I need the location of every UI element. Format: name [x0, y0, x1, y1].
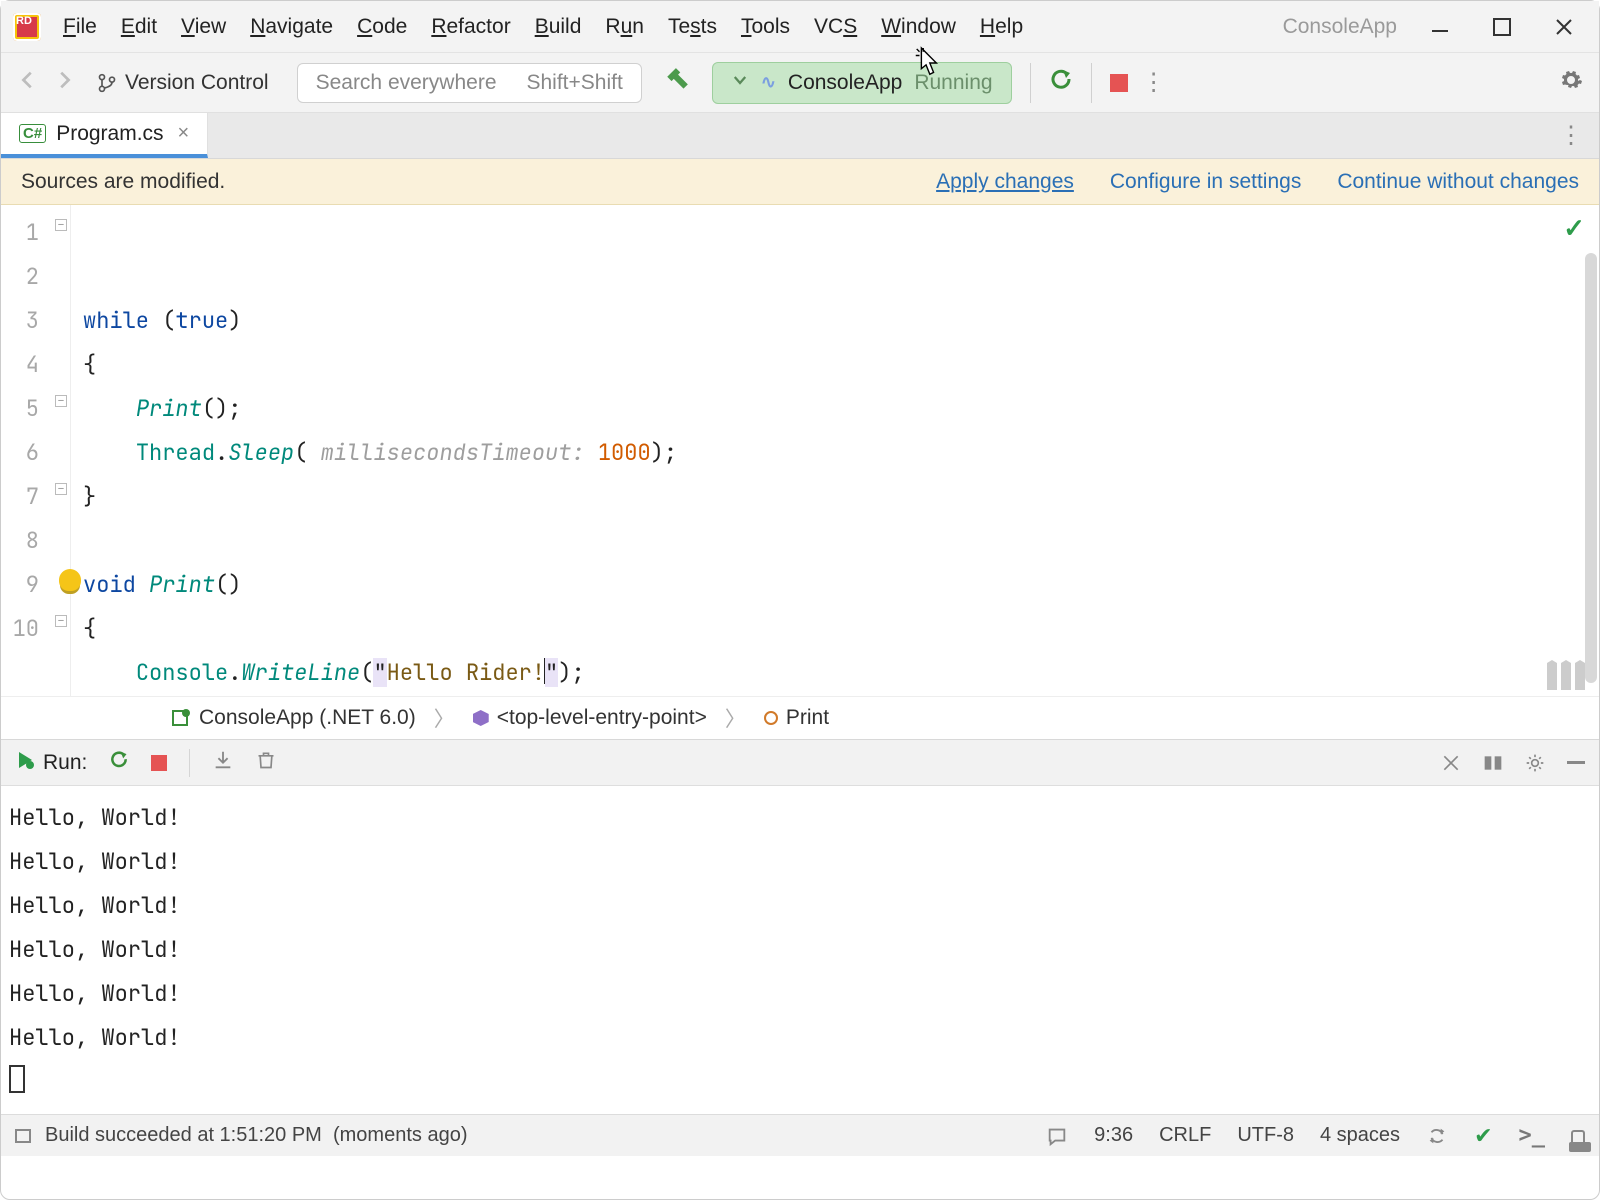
caret-position[interactable]: 9:36 [1094, 1124, 1133, 1147]
divider [1030, 63, 1031, 103]
apply-changes-link[interactable]: Apply changes [936, 170, 1074, 194]
fold-toggle[interactable]: − [55, 615, 67, 627]
status-bar: Build succeeded at 1:51:20 PM (moments a… [1, 1114, 1599, 1156]
menu-bar: File Edit View Navigate Code Refactor Bu… [1, 1, 1599, 53]
divider [1091, 63, 1092, 103]
branch-icon [97, 73, 117, 93]
relaunch-button[interactable] [1049, 68, 1073, 98]
breadcrumb-method[interactable]: Print [764, 706, 829, 730]
more-actions-button[interactable]: ⋮ [1142, 79, 1164, 87]
breadcrumb: ConsoleApp (.NET 6.0) 〉 <top-level-entry… [1, 696, 1599, 740]
csharp-file-icon: C# [19, 124, 46, 143]
code-area[interactable]: while (true) { Print(); Thread.Sleep( mi… [71, 205, 1599, 696]
project-name: ConsoleApp [1261, 15, 1419, 39]
editor-tabs: C# Program.cs × ⋮ [1, 113, 1599, 159]
run-config-status: Running [914, 71, 992, 95]
close-button[interactable] [1553, 16, 1575, 38]
tab-program-cs[interactable]: C# Program.cs × [1, 113, 208, 158]
continue-without-changes-link[interactable]: Continue without changes [1337, 170, 1579, 194]
run-icon [15, 750, 35, 776]
run-toolbar: Run: [1, 740, 1599, 786]
build-button[interactable] [664, 67, 690, 99]
nav-back-button[interactable] [17, 69, 39, 97]
tab-close-button[interactable]: × [174, 122, 194, 145]
menu-help[interactable]: Help [968, 11, 1035, 43]
project-icon [171, 708, 191, 728]
fold-toggle[interactable]: − [55, 395, 67, 407]
menu-tests[interactable]: Tests [656, 11, 729, 43]
export-button[interactable] [212, 749, 234, 777]
maximize-button[interactable] [1491, 16, 1513, 38]
stop-button[interactable] [1110, 74, 1128, 92]
run-config-name: ConsoleApp [788, 71, 902, 95]
file-encoding[interactable]: UTF-8 [1237, 1124, 1294, 1147]
menu-view[interactable]: View [169, 11, 238, 43]
run-configuration-selector[interactable]: ∿ ConsoleApp Running [712, 62, 1012, 104]
stop-process-button[interactable] [151, 755, 167, 771]
intention-bulb-icon[interactable] [59, 569, 81, 591]
breadcrumb-project[interactable]: ConsoleApp (.NET 6.0) [171, 706, 416, 730]
menu-edit[interactable]: Edit [109, 11, 169, 43]
current-line-highlight [71, 563, 1585, 607]
method-icon [764, 711, 778, 725]
sync-icon[interactable] [1426, 1125, 1448, 1147]
menu-window[interactable]: Window [869, 11, 968, 43]
main-toolbar: Version Control Search everywhere Shift+… [1, 53, 1599, 113]
search-shortcut: Shift+Shift [527, 71, 623, 95]
line-number-gutter: 12345678910 [1, 205, 53, 696]
nav-forward-button[interactable] [53, 69, 75, 97]
minimize-button[interactable] [1429, 16, 1451, 38]
breadcrumb-separator: 〉 [725, 703, 746, 733]
menu-tools[interactable]: Tools [729, 11, 802, 43]
inspection-widget-icon[interactable] [1547, 660, 1585, 690]
fold-toggle[interactable]: − [55, 483, 67, 495]
fold-gutter: − − − − [53, 205, 71, 696]
panel-settings-button[interactable] [1525, 753, 1545, 773]
tabs-more-button[interactable]: ⋮ [1543, 132, 1599, 140]
layout-button[interactable] [1483, 753, 1503, 773]
menu-run[interactable]: Run [593, 11, 656, 43]
menu-file[interactable]: File [51, 11, 109, 43]
app-icon [13, 13, 41, 41]
menu-code[interactable]: Code [345, 11, 419, 43]
menu-build[interactable]: Build [523, 11, 594, 43]
notification-message: Sources are modified. [21, 170, 225, 194]
vc-branch-label: Version Control [125, 71, 269, 95]
hide-panel-button[interactable] [1567, 761, 1585, 764]
indent-setting[interactable]: 4 spaces [1320, 1124, 1400, 1147]
search-placeholder: Search everywhere [316, 71, 497, 95]
clear-all-button[interactable] [256, 750, 276, 776]
menu-refactor[interactable]: Refactor [419, 11, 522, 43]
breadcrumb-entry-point[interactable]: <top-level-entry-point> [473, 706, 707, 730]
run-tool-window: Run: Hello, World! Hello, World! Hello, … [1, 740, 1599, 1114]
version-control-widget[interactable]: Version Control [89, 71, 277, 95]
settings-button[interactable] [1559, 68, 1583, 98]
menu-navigate[interactable]: Navigate [238, 11, 345, 43]
csharp-icon: ∿ [761, 72, 776, 93]
analysis-ok-icon[interactable]: ✔ [1474, 1123, 1492, 1149]
close-panel-button[interactable] [1441, 753, 1461, 773]
readonly-lock-icon[interactable] [1571, 1130, 1585, 1142]
module-icon [473, 710, 489, 726]
run-tab[interactable]: Run: [15, 750, 87, 776]
code-editor[interactable]: 12345678910 − − − − while (true) { Print… [1, 205, 1599, 696]
editor-scrollbar[interactable] [1585, 253, 1597, 683]
line-separator[interactable]: CRLF [1159, 1124, 1211, 1147]
console-output[interactable]: Hello, World! Hello, World! Hello, World… [1, 786, 1599, 1114]
menu-vcs[interactable]: VCS [802, 11, 869, 43]
fold-toggle[interactable]: − [55, 219, 67, 231]
breadcrumb-separator: 〉 [434, 703, 455, 733]
build-status-message[interactable]: Build succeeded at 1:51:20 PM (moments a… [45, 1124, 467, 1147]
hot-reload-notification: Sources are modified. Apply changes Conf… [1, 159, 1599, 205]
tab-label: Program.cs [56, 122, 163, 146]
search-everywhere[interactable]: Search everywhere Shift+Shift [297, 63, 642, 103]
notifications-icon[interactable] [1046, 1125, 1068, 1147]
terminal-icon[interactable]: >_ [1519, 1123, 1546, 1148]
chevron-down-icon [731, 71, 749, 95]
tool-windows-button[interactable] [15, 1129, 31, 1143]
rerun-button[interactable] [109, 750, 129, 776]
configure-in-settings-link[interactable]: Configure in settings [1110, 170, 1301, 194]
inspection-ok-icon[interactable]: ✓ [1563, 213, 1585, 244]
